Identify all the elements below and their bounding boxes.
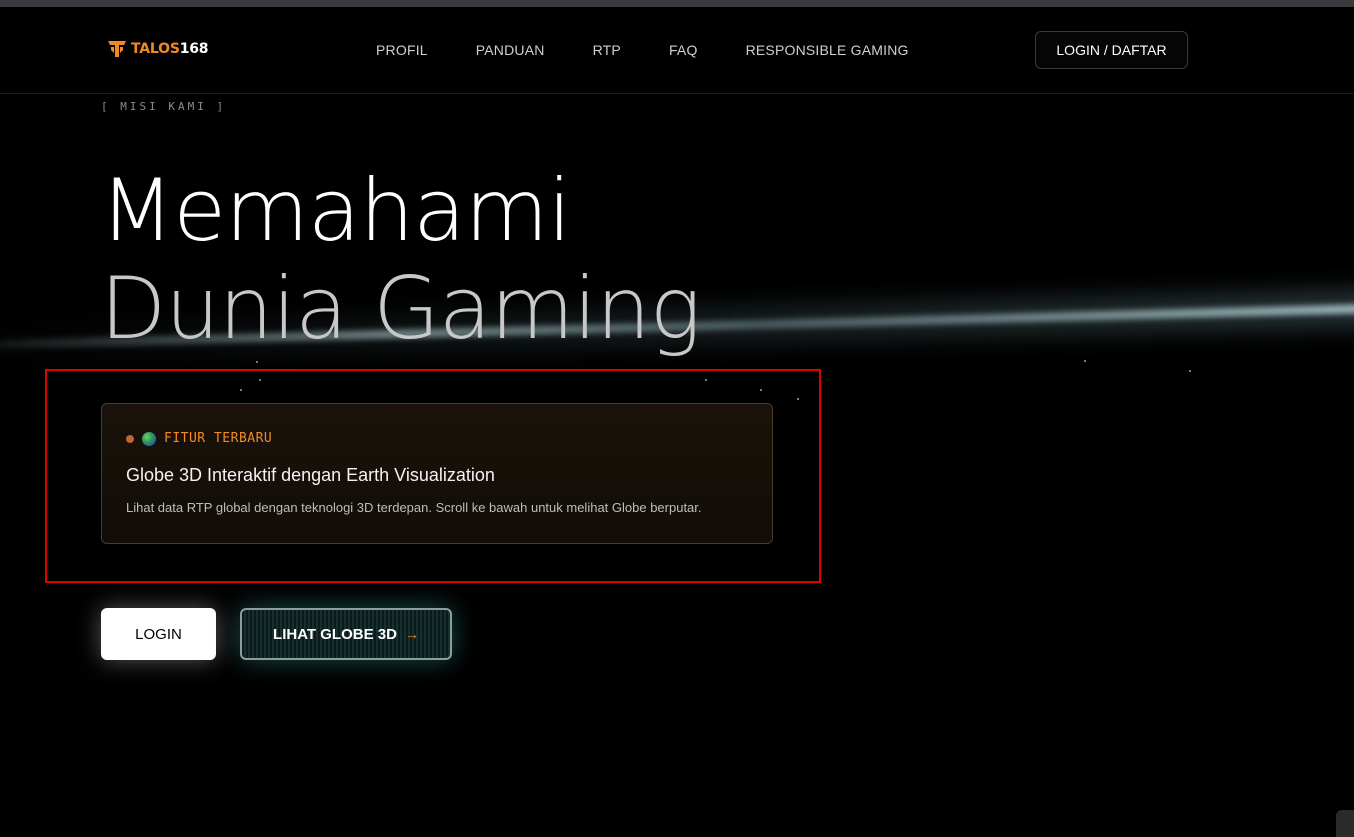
arrow-right-icon: → <box>404 626 419 642</box>
hero-title-line2: Dunia Gaming <box>100 259 701 359</box>
corner-widget[interactable] <box>1336 810 1354 837</box>
main-nav: PROFIL PANDUAN RTP FAQ RESPONSIBLE GAMIN… <box>376 42 909 58</box>
browser-top-strip <box>0 0 1354 7</box>
star <box>1189 370 1191 372</box>
nav-item-profil[interactable]: PROFIL <box>376 42 428 58</box>
login-daftar-button[interactable]: LOGIN / DAFTAR <box>1035 31 1188 69</box>
nav-item-panduan[interactable]: PANDUAN <box>476 42 545 58</box>
view-globe-button[interactable]: LIHAT GLOBE 3D → <box>240 608 452 660</box>
login-button[interactable]: LOGIN <box>101 608 216 660</box>
view-globe-label: LIHAT GLOBE 3D <box>273 625 397 643</box>
logo[interactable]: TALOS168 <box>107 39 209 59</box>
logo-brand-part1: TALOS <box>131 41 180 57</box>
nav-item-faq[interactable]: FAQ <box>669 42 698 58</box>
talos-logo-icon <box>108 41 126 57</box>
mission-label: [ MISI KAMI ] <box>101 100 227 113</box>
logo-text: TALOS168 <box>131 41 209 57</box>
page: TALOS168 PROFIL PANDUAN RTP FAQ RESPONSI… <box>0 0 1354 837</box>
star <box>256 361 258 363</box>
highlight-box <box>45 369 821 583</box>
nav-item-rtp[interactable]: RTP <box>593 42 621 58</box>
nav-item-responsible-gaming[interactable]: RESPONSIBLE GAMING <box>746 42 909 58</box>
logo-brand-part2: 168 <box>179 41 209 57</box>
star <box>1084 360 1086 362</box>
site-header: TALOS168 PROFIL PANDUAN RTP FAQ RESPONSI… <box>0 7 1354 94</box>
hero-title-line1: Memahami <box>100 161 571 261</box>
